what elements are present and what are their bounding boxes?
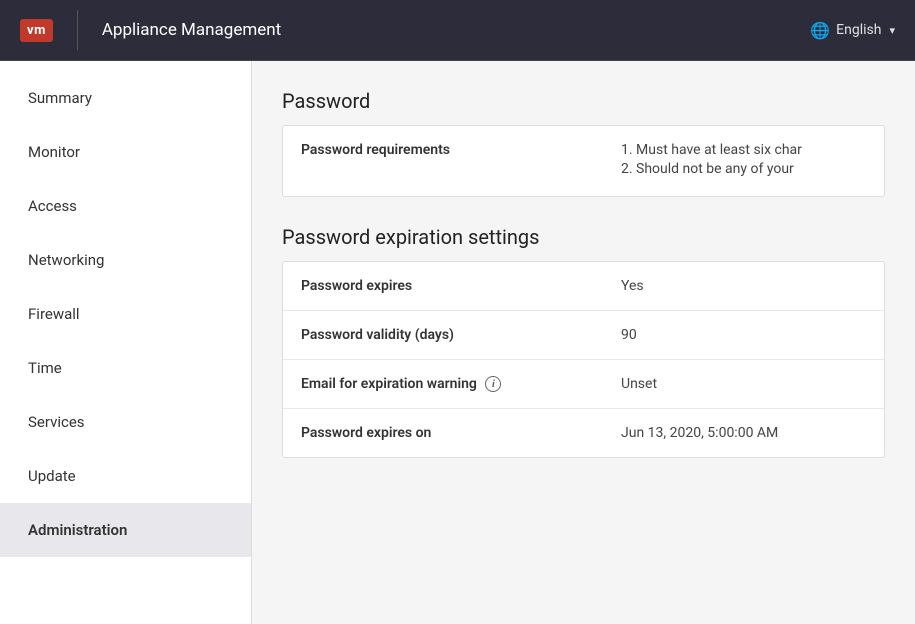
password-requirements-label: Password requirements — [301, 142, 621, 158]
globe-icon: 🌐 — [810, 21, 830, 40]
main-content: Password Password requirements 1. Must h… — [252, 61, 915, 624]
req-line-2: 2. Should not be any of your — [621, 161, 866, 177]
password-expires-on-label: Password expires on — [301, 425, 621, 441]
main-layout: Summary Monitor Access Networking Firewa… — [0, 61, 915, 624]
app-header: vm Appliance Management 🌐 English ▾ — [0, 0, 915, 61]
info-icon[interactable]: i — [485, 376, 501, 392]
sidebar-item-administration[interactable]: Administration — [0, 503, 251, 557]
email-expiration-row: Email for expiration warning i Unset — [283, 360, 884, 409]
sidebar-item-monitor[interactable]: Monitor — [0, 125, 251, 179]
sidebar: Summary Monitor Access Networking Firewa… — [0, 61, 252, 624]
sidebar-item-access[interactable]: Access — [0, 179, 251, 233]
password-section-title: Password — [282, 89, 885, 113]
sidebar-item-firewall[interactable]: Firewall — [0, 287, 251, 341]
email-expiration-label: Email for expiration warning i — [301, 376, 621, 392]
chevron-down-icon: ▾ — [889, 24, 895, 37]
password-requirements-row: Password requirements 1. Must have at le… — [283, 126, 884, 196]
expiration-settings-card: Password expires Yes Password validity (… — [282, 261, 885, 458]
password-expires-value: Yes — [621, 278, 866, 294]
password-expires-label: Password expires — [301, 278, 621, 294]
sidebar-item-time[interactable]: Time — [0, 341, 251, 395]
password-expires-row: Password expires Yes — [283, 262, 884, 311]
sidebar-item-networking[interactable]: Networking — [0, 233, 251, 287]
expiration-section-title: Password expiration settings — [282, 225, 885, 249]
req-line-1: 1. Must have at least six char — [621, 142, 866, 158]
password-validity-value: 90 — [621, 327, 866, 343]
language-selector[interactable]: 🌐 English ▾ — [810, 21, 895, 40]
sidebar-item-summary[interactable]: Summary — [0, 71, 251, 125]
password-expires-on-row: Password expires on Jun 13, 2020, 5:00:0… — [283, 409, 884, 457]
language-label: English — [836, 22, 881, 38]
header-divider — [77, 10, 78, 50]
password-validity-label: Password validity (days) — [301, 327, 621, 343]
password-validity-row: Password validity (days) 90 — [283, 311, 884, 360]
email-expiration-value: Unset — [621, 376, 866, 392]
sidebar-item-update[interactable]: Update — [0, 449, 251, 503]
app-title: Appliance Management — [102, 20, 281, 40]
vm-logo: vm — [20, 19, 53, 42]
header-left: vm Appliance Management — [20, 10, 281, 50]
password-expires-on-value: Jun 13, 2020, 5:00:00 AM — [621, 425, 866, 441]
sidebar-item-services[interactable]: Services — [0, 395, 251, 449]
password-requirements-value: 1. Must have at least six char 2. Should… — [621, 142, 866, 180]
password-requirements-card: Password requirements 1. Must have at le… — [282, 125, 885, 197]
